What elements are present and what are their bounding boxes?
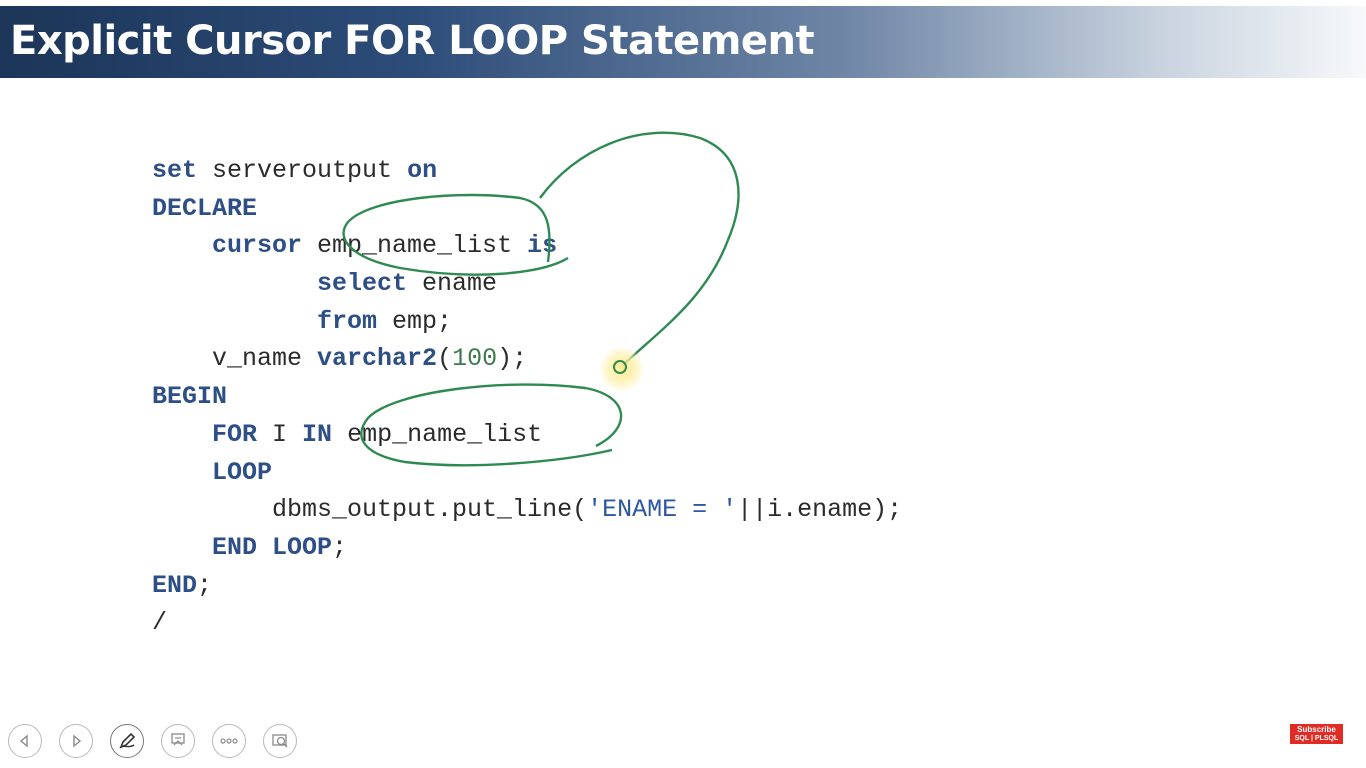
- code-text: (: [437, 344, 453, 374]
- more-options-button[interactable]: [212, 724, 246, 758]
- code-text: serveroutput: [197, 156, 408, 185]
- code-text: ||i.ename);: [737, 495, 903, 525]
- code-keyword: varchar2: [317, 344, 438, 374]
- triangle-right-icon: [73, 734, 82, 748]
- code-line: BEGIN: [152, 378, 902, 416]
- code-keyword: select: [317, 269, 408, 299]
- code-line: END LOOP;: [152, 529, 902, 567]
- code-line: /: [152, 604, 902, 642]
- zoom-button[interactable]: [263, 724, 297, 758]
- code-line: FOR I IN emp_name_list: [152, 416, 902, 454]
- code-block: set serveroutput on DECLARE cursor emp_na…: [152, 152, 902, 642]
- code-keyword: END LOOP: [212, 532, 333, 562]
- pen-tool-button[interactable]: [110, 724, 144, 758]
- code-line: from emp;: [152, 303, 902, 341]
- subscribe-badge[interactable]: Subscribe SQL | PLSQL: [1290, 724, 1343, 744]
- code-line: set serveroutput on: [152, 152, 902, 190]
- code-keyword: on: [407, 156, 438, 185]
- code-line: dbms_output.put_line('ENAME = '||i.ename…: [152, 491, 902, 529]
- code-line: END;: [152, 567, 902, 605]
- code-string: 'ENAME = ': [587, 495, 738, 525]
- slides-icon: [171, 733, 185, 746]
- code-text: );: [497, 344, 528, 374]
- code-text: dbms_output.put_line(: [152, 495, 588, 525]
- code-line: select ename: [152, 265, 902, 303]
- code-line: DECLARE: [152, 190, 902, 228]
- code-keyword: is: [527, 231, 558, 261]
- code-line: LOOP: [152, 454, 902, 492]
- code-text: emp;: [377, 306, 453, 336]
- code-text: ;: [197, 570, 213, 600]
- laser-pointer-icon: [613, 360, 627, 374]
- code-keyword: set: [152, 156, 198, 185]
- next-slide-button[interactable]: [59, 724, 93, 758]
- channel-label: SQL | PLSQL: [1294, 735, 1339, 742]
- see-all-slides-button[interactable]: [161, 724, 195, 758]
- code-text: /: [152, 608, 168, 638]
- ellipsis-icon: [220, 738, 238, 744]
- code-text: I: [257, 419, 303, 449]
- code-line: v_name varchar2(100);: [152, 340, 902, 378]
- triangle-left-icon: [19, 734, 28, 748]
- code-text: ename: [407, 269, 498, 299]
- code-keyword: from: [317, 306, 378, 336]
- code-text: v_name: [152, 344, 318, 374]
- zoom-icon: [272, 734, 288, 748]
- code-text: ;: [332, 532, 348, 562]
- subscribe-label: Subscribe: [1297, 725, 1336, 734]
- title-bar: Explicit Cursor FOR LOOP Statement: [0, 6, 1366, 78]
- code-keyword: BEGIN: [152, 382, 228, 412]
- pen-icon: [119, 732, 136, 749]
- code-keyword: FOR: [212, 419, 258, 449]
- code-line: cursor emp_name_list is: [152, 227, 902, 265]
- code-keyword: IN: [302, 419, 333, 449]
- code-text: emp_name_list: [332, 419, 543, 449]
- code-keyword: LOOP: [212, 457, 273, 487]
- code-number: 100: [452, 344, 498, 374]
- code-text: emp_name_list: [302, 231, 528, 261]
- code-keyword: DECLARE: [152, 193, 258, 223]
- code-keyword: END: [152, 570, 198, 600]
- slide-title: Explicit Cursor FOR LOOP Statement: [10, 18, 815, 64]
- previous-slide-button[interactable]: [8, 724, 42, 758]
- code-keyword: cursor: [212, 231, 303, 261]
